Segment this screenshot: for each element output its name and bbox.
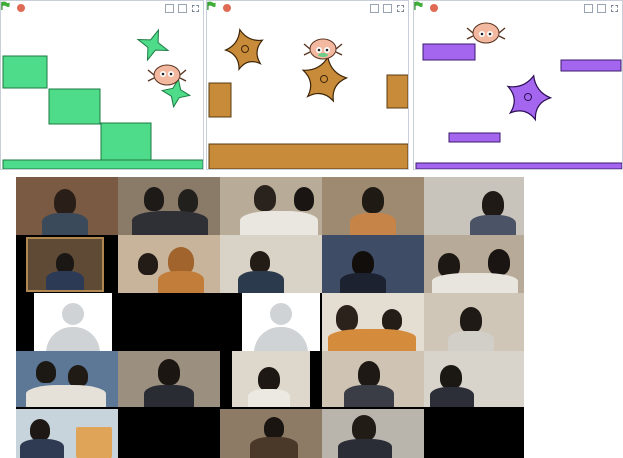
stage-3-window: [413, 0, 623, 170]
participant-video[interactable]: [26, 237, 104, 292]
participant-video[interactable]: [322, 293, 424, 351]
stage-3-canvas: [415, 22, 622, 169]
participant-video[interactable]: [118, 235, 220, 293]
participant-video[interactable]: [16, 409, 118, 458]
platform: [208, 82, 232, 118]
ground: [415, 162, 622, 169]
participant-video[interactable]: [220, 409, 322, 458]
participant-video[interactable]: [16, 177, 118, 235]
spinner-sprite: [223, 27, 264, 72]
video-conference-grid: [16, 177, 524, 458]
participant-video[interactable]: [424, 293, 524, 351]
platform: [386, 74, 408, 109]
ground: [208, 143, 408, 169]
stage-2-canvas: [208, 27, 408, 169]
spider-sprite: [147, 64, 187, 86]
platform: [560, 59, 622, 72]
participant-video[interactable]: [118, 177, 220, 235]
stage-2-window: [206, 0, 409, 170]
avatar-placeholder[interactable]: [242, 293, 320, 351]
participant-video[interactable]: [424, 235, 524, 293]
stage-1-window: [0, 0, 204, 170]
platform: [448, 132, 501, 143]
participant-video[interactable]: [16, 351, 118, 407]
participant-video[interactable]: [322, 351, 424, 407]
participant-video[interactable]: [424, 177, 524, 235]
spider-sprite: [303, 38, 343, 60]
spinner-sprite: [301, 55, 349, 103]
spider-sprite: [466, 22, 506, 44]
ground: [2, 159, 203, 169]
participant-video[interactable]: [322, 235, 424, 293]
spinner-sprite: [506, 74, 553, 122]
participant-video[interactable]: [424, 351, 524, 407]
participant-video[interactable]: [220, 177, 322, 235]
platform: [422, 43, 476, 61]
participant-video[interactable]: [232, 351, 310, 407]
stage-1-canvas: [2, 28, 203, 169]
avatar-placeholder[interactable]: [34, 293, 112, 351]
participant-video[interactable]: [322, 177, 424, 235]
participant-video[interactable]: [220, 235, 322, 293]
spinner-sprite: [136, 28, 170, 62]
platform: [100, 122, 152, 161]
platform: [48, 88, 101, 125]
participant-video[interactable]: [322, 409, 424, 458]
platform: [2, 55, 48, 89]
participant-video[interactable]: [118, 351, 220, 407]
